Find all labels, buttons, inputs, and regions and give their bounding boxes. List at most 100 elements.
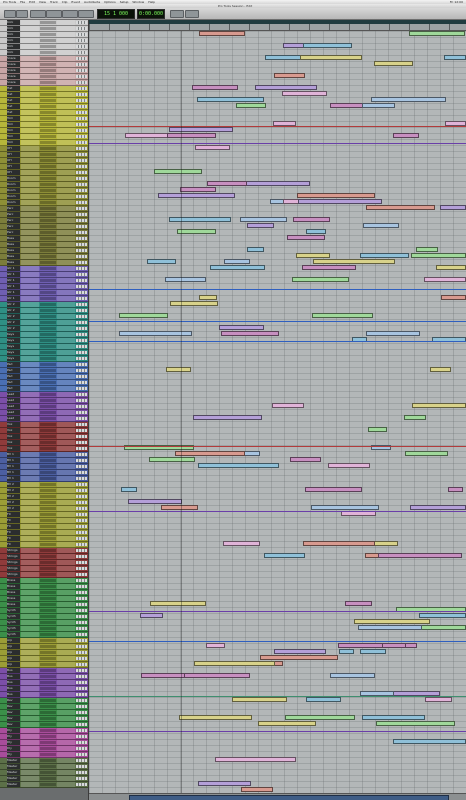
track-name[interactable]: Snare <box>7 62 20 67</box>
io-selector[interactable] <box>57 434 75 439</box>
solo-mute-buttons[interactable] <box>76 99 87 102</box>
track-name[interactable]: Snare <box>7 80 20 85</box>
solo-mute-buttons[interactable] <box>76 393 87 396</box>
solo-mute-buttons[interactable] <box>76 363 87 366</box>
audio-clip[interactable] <box>240 217 287 222</box>
volume-readout[interactable] <box>40 411 56 414</box>
audio-clip[interactable] <box>360 649 386 654</box>
volume-readout[interactable] <box>40 267 56 270</box>
track-name[interactable]: BV 2 <box>7 494 20 499</box>
inserts-slot[interactable] <box>21 728 39 733</box>
track-name[interactable]: Dly <box>7 746 20 751</box>
track-name[interactable]: Hat <box>7 92 20 97</box>
inserts-slot[interactable] <box>21 446 39 451</box>
track-name[interactable]: BV 2 <box>7 482 20 487</box>
solo-mute-buttons[interactable] <box>76 537 87 540</box>
audio-clip[interactable] <box>424 277 466 282</box>
volume-readout[interactable] <box>40 447 56 450</box>
solo-mute-buttons[interactable] <box>76 183 87 186</box>
solo-mute-buttons[interactable] <box>76 237 87 240</box>
audio-clip[interactable] <box>287 235 325 240</box>
volume-readout[interactable] <box>40 309 56 312</box>
automation-lane[interactable] <box>89 731 466 732</box>
inserts-slot[interactable] <box>21 110 39 115</box>
solo-mute-buttons[interactable] <box>76 81 87 84</box>
track-name[interactable]: Room <box>7 188 20 193</box>
io-selector[interactable] <box>57 770 75 775</box>
io-selector[interactable] <box>57 632 75 637</box>
solo-mute-buttons[interactable] <box>76 579 87 582</box>
inserts-slot[interactable] <box>21 182 39 187</box>
volume-readout[interactable] <box>40 99 56 102</box>
trim-tool-button[interactable] <box>46 10 62 18</box>
volume-readout[interactable] <box>40 255 56 258</box>
solo-mute-buttons[interactable] <box>76 759 87 762</box>
playhead-cursor[interactable] <box>181 31 182 793</box>
volume-readout[interactable] <box>40 27 56 30</box>
volume-readout[interactable] <box>40 45 56 48</box>
io-selector[interactable] <box>57 404 75 409</box>
inserts-slot[interactable] <box>21 308 39 313</box>
track-name[interactable]: Bus <box>7 686 20 691</box>
inserts-slot[interactable] <box>21 32 39 37</box>
inserts-slot[interactable] <box>21 314 39 319</box>
track-name[interactable]: Pad <box>7 374 20 379</box>
inserts-slot[interactable] <box>21 704 39 709</box>
volume-readout[interactable] <box>40 387 56 390</box>
volume-readout[interactable] <box>40 171 56 174</box>
io-selector[interactable] <box>57 374 75 379</box>
volume-readout[interactable] <box>40 297 56 300</box>
io-selector[interactable] <box>57 368 75 373</box>
solo-mute-buttons[interactable] <box>76 471 87 474</box>
inserts-slot[interactable] <box>21 224 39 229</box>
audio-clip[interactable] <box>345 601 372 606</box>
solo-mute-buttons[interactable] <box>76 63 87 66</box>
track-name[interactable]: Keys <box>7 356 20 361</box>
io-selector[interactable] <box>57 488 75 493</box>
io-selector[interactable] <box>57 50 75 55</box>
io-selector[interactable] <box>57 296 75 301</box>
inserts-slot[interactable] <box>21 284 39 289</box>
io-selector[interactable] <box>57 764 75 769</box>
solo-mute-buttons[interactable] <box>76 375 87 378</box>
io-selector[interactable] <box>57 170 75 175</box>
audio-clip[interactable] <box>393 739 466 744</box>
io-selector[interactable] <box>57 542 75 547</box>
audio-clip[interactable] <box>405 451 448 456</box>
inserts-slot[interactable] <box>21 230 39 235</box>
track-name[interactable]: Synth <box>7 608 20 613</box>
solo-mute-buttons[interactable] <box>76 621 87 624</box>
audio-clip[interactable] <box>363 223 399 228</box>
io-selector[interactable] <box>57 146 75 151</box>
audio-clip[interactable] <box>247 223 274 228</box>
track-name[interactable]: FX <box>7 512 20 517</box>
audio-clip[interactable] <box>330 673 375 678</box>
track-name[interactable]: Keys <box>7 332 20 337</box>
volume-readout[interactable] <box>40 723 56 726</box>
track-name[interactable]: Keys <box>7 344 20 349</box>
solo-mute-buttons[interactable] <box>76 735 87 738</box>
audio-clip[interactable] <box>303 43 352 48</box>
solo-mute-buttons[interactable] <box>76 705 87 708</box>
inserts-slot[interactable] <box>21 398 39 403</box>
audio-clip[interactable] <box>409 31 465 36</box>
volume-readout[interactable] <box>40 75 56 78</box>
volume-readout[interactable] <box>40 513 56 516</box>
solo-mute-buttons[interactable] <box>76 489 87 492</box>
track-name[interactable]: Dly <box>7 734 20 739</box>
volume-readout[interactable] <box>40 747 56 750</box>
inserts-slot[interactable] <box>21 644 39 649</box>
inserts-slot[interactable] <box>21 776 39 781</box>
io-selector[interactable] <box>57 674 75 679</box>
audio-clip[interactable] <box>339 649 354 654</box>
horizontal-scrollbar[interactable] <box>89 793 466 800</box>
volume-readout[interactable] <box>40 153 56 156</box>
solo-mute-buttons[interactable] <box>76 567 87 570</box>
track-name[interactable]: Perc <box>7 206 20 211</box>
volume-readout[interactable] <box>40 465 56 468</box>
audio-clip[interactable] <box>393 133 419 138</box>
solo-mute-buttons[interactable] <box>76 681 87 684</box>
solo-mute-buttons[interactable] <box>76 585 87 588</box>
track-name[interactable]: Gtr 2 <box>7 314 20 319</box>
audio-clip[interactable] <box>264 553 305 558</box>
